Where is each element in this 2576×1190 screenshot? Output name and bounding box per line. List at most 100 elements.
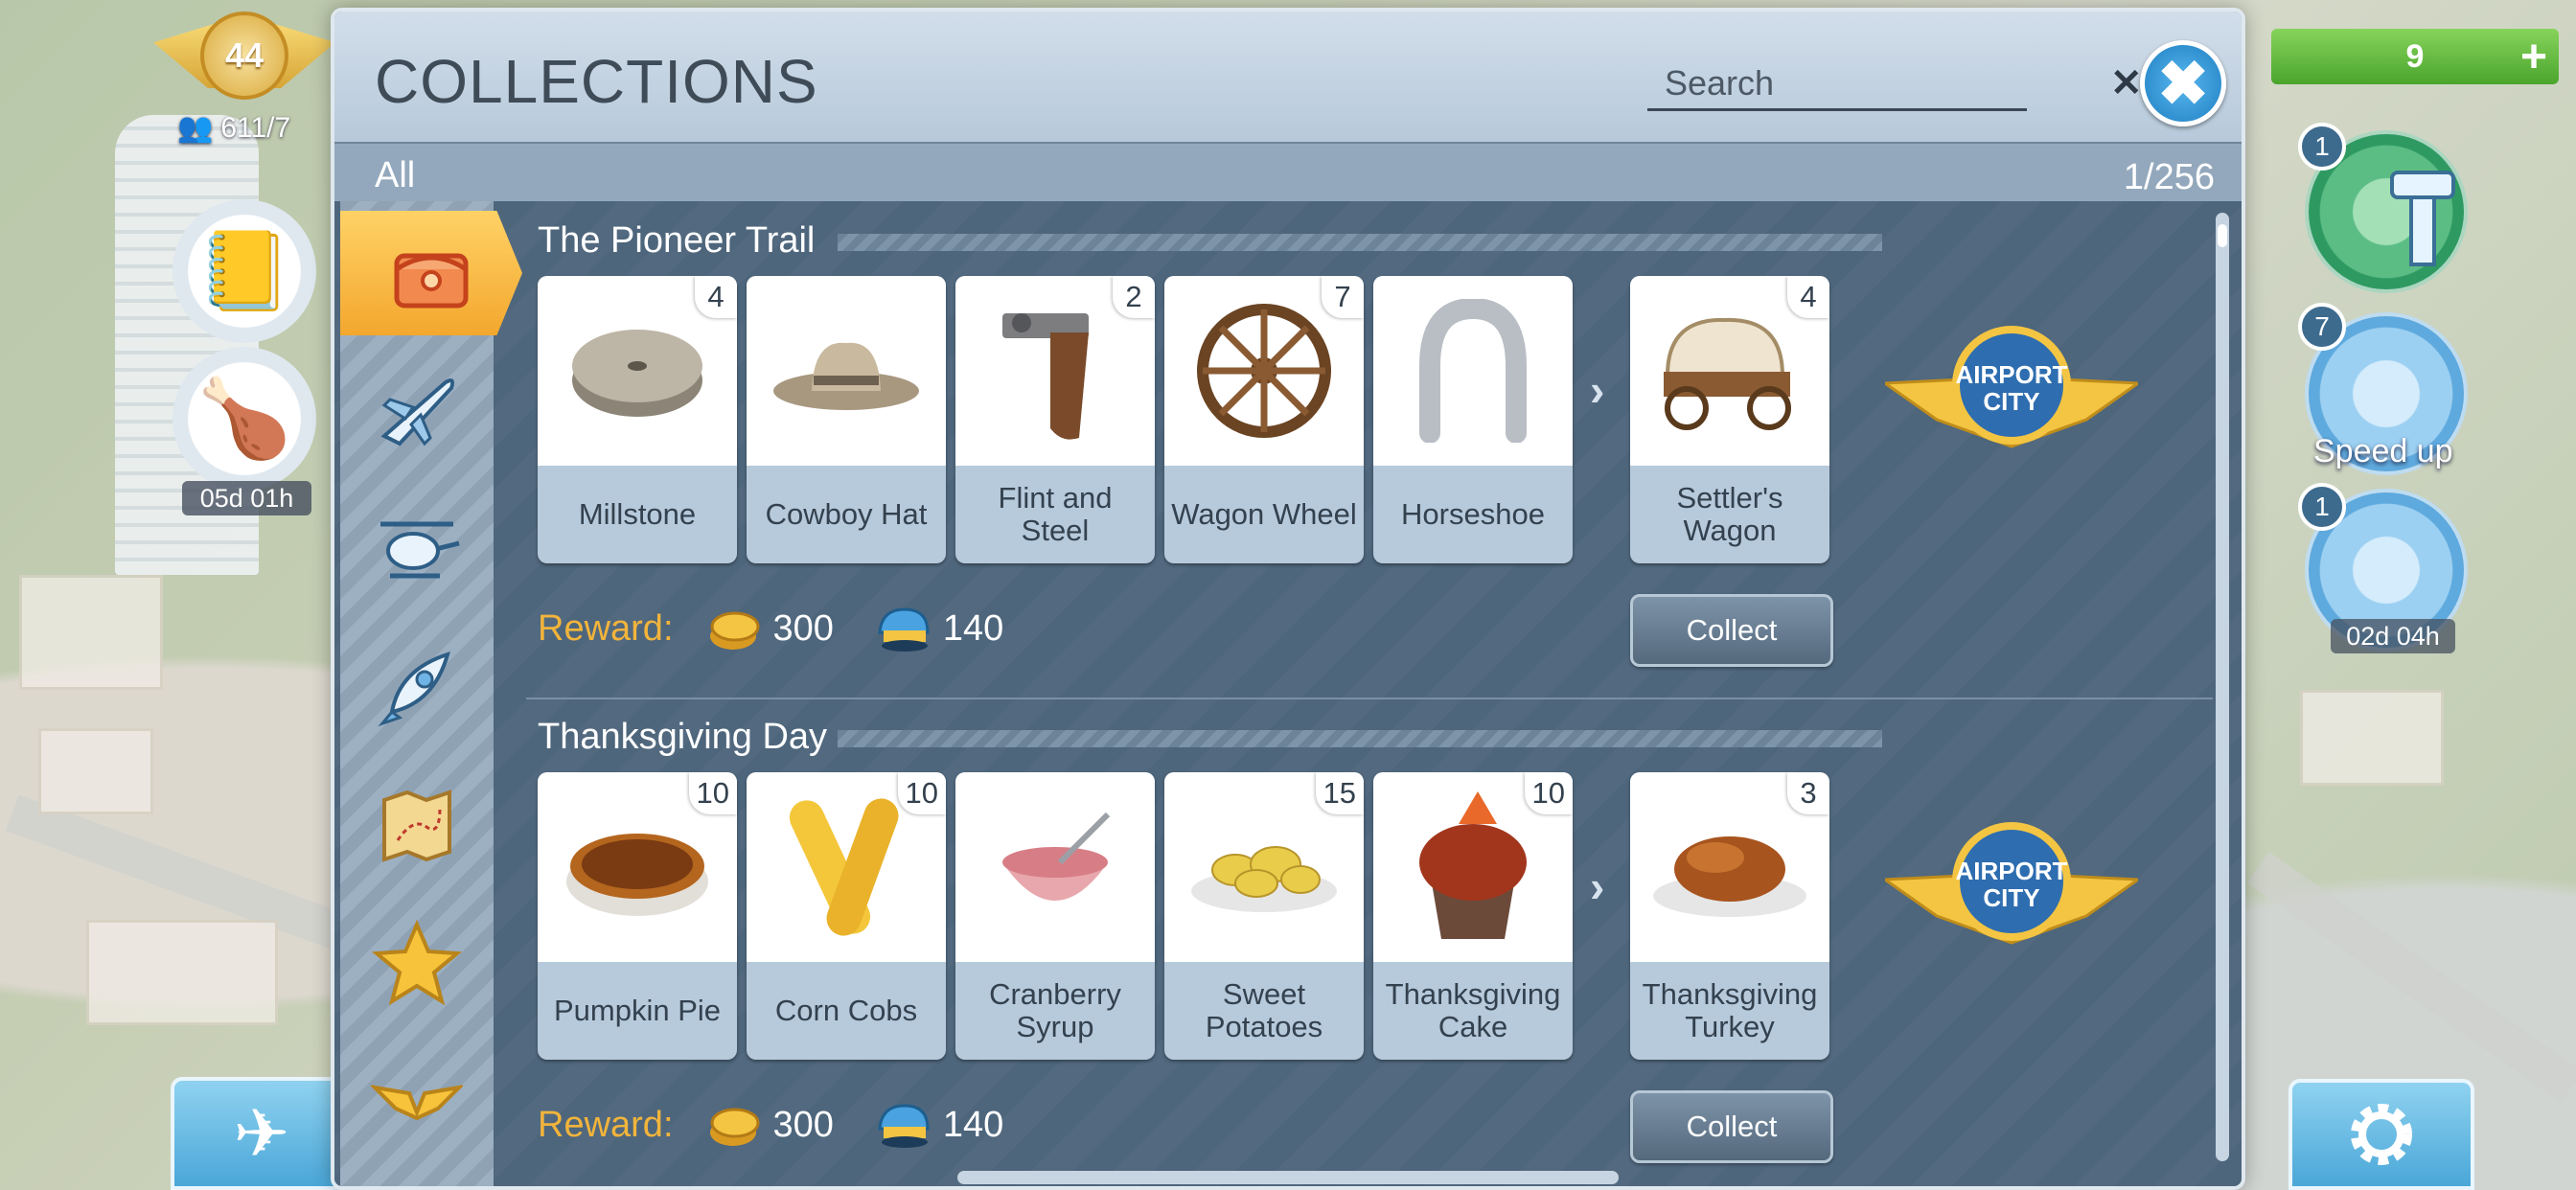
category-tab-wings[interactable] (340, 1039, 494, 1163)
reward-coins-value: 300 (772, 607, 834, 649)
player-level-value: 44 (200, 11, 288, 100)
rocket-icon (378, 651, 450, 727)
svg-text:CITY: CITY (1983, 387, 2039, 416)
airport-city-badge: AIRPORT CITY (1885, 326, 2138, 448)
flights-button[interactable]: ✈ (171, 1077, 353, 1190)
collection-title: Thanksgiving Day (538, 717, 828, 757)
category-tab-chest[interactable] (340, 211, 522, 335)
gauge-timer: 02d 04h (2331, 619, 2455, 653)
item-count: 10 (897, 772, 946, 814)
population-value: 611/7 (220, 111, 291, 144)
reward-label: Reward: (538, 607, 674, 649)
search-box[interactable]: ✕ (1647, 57, 2143, 111)
collection-item-card[interactable]: Sweet Potatoes 15 (1164, 772, 1364, 1060)
chevron-right-icon: › (1590, 861, 1605, 911)
category-tab-airplanes[interactable] (340, 349, 494, 473)
category-tab-rockets[interactable] (340, 625, 494, 749)
collection-result-card[interactable]: Settler's Wagon 4 (1630, 276, 1829, 563)
collection-title: The Pioneer Trail (538, 220, 816, 261)
currency-bar[interactable]: 9 + (2271, 29, 2559, 84)
category-tab-stars[interactable] (340, 901, 494, 1025)
collection-reward: Reward: 300 140 (538, 1100, 1003, 1150)
category-tab-helicopters[interactable] (340, 487, 494, 611)
item-name: Cranberry Syrup (989, 976, 1121, 1043)
pilot-cap-icon (878, 607, 930, 652)
gauge-badge: 1 (2298, 483, 2346, 531)
reward-caps-value: 140 (942, 1104, 1004, 1145)
item-name: Flint and Steel (998, 480, 1113, 547)
people-icon: 👥 (177, 112, 214, 144)
category-tab-maps[interactable] (340, 763, 494, 887)
syrup-bowl-icon (955, 772, 1155, 962)
dialog-title: COLLECTIONS (375, 47, 818, 116)
helicopter-icon (380, 521, 460, 579)
item-count: 3 (1787, 772, 1829, 814)
svg-text:AIRPORT: AIRPORT (1956, 857, 2068, 885)
collect-button[interactable]: Collect (1630, 1090, 1833, 1163)
item-count: 4 (695, 276, 737, 318)
collection-result-card[interactable]: Thanksgiving Turkey 3 (1630, 772, 1829, 1060)
reward-label: Reward: (538, 1104, 674, 1145)
airplane-icon (380, 378, 455, 446)
horizontal-scrollbar[interactable] (957, 1171, 1619, 1184)
vertical-scrollbar[interactable] (2216, 213, 2229, 1161)
collection-item-card[interactable]: Flint and Steel 2 (955, 276, 1155, 563)
turkey-event-button[interactable]: 🍗 (172, 347, 316, 491)
cowboy-hat-icon (747, 276, 946, 466)
control-tower-icon (2390, 171, 2455, 266)
currency-value: 9 (2405, 37, 2425, 75)
collection-item-card[interactable]: Pumpkin Pie 10 (538, 772, 737, 1060)
horseshoe-icon (1373, 276, 1573, 466)
filter-bar: All 1/256 (334, 142, 2242, 201)
clear-search-icon[interactable]: ✕ (2110, 61, 2143, 105)
reward-coins-value: 300 (772, 1104, 834, 1145)
svg-text:CITY: CITY (1983, 883, 2039, 912)
collection-item-card[interactable]: Millstone 4 (538, 276, 737, 563)
player-level-badge[interactable]: 44 (153, 11, 335, 100)
title-stripe (838, 234, 1882, 251)
search-input[interactable] (1665, 62, 2110, 103)
collections-dialog: COLLECTIONS ✕ ✖ All 1/256 (331, 8, 2245, 1190)
collection-item-card[interactable]: Corn Cobs 10 (747, 772, 946, 1060)
item-name: Corn Cobs (774, 993, 918, 1027)
close-button[interactable]: ✖ (2140, 40, 2226, 126)
collections-content: The Pioneer Trail Millstone 4 Cowboy Hat (334, 201, 2242, 1186)
pilot-cap-icon (878, 1104, 930, 1148)
item-name: Horseshoe (1401, 496, 1545, 531)
collect-button[interactable]: Collect (1630, 594, 1833, 667)
coins-icon (709, 611, 759, 650)
gear-icon (2351, 1104, 2412, 1165)
collection-reward: Reward: 300 140 (538, 604, 1003, 653)
collection-item-card[interactable]: Horseshoe (1373, 276, 1573, 563)
collection-item-card[interactable]: Wagon Wheel 7 (1164, 276, 1364, 563)
reward-caps-value: 140 (942, 607, 1004, 649)
collection-pioneer-trail: The Pioneer Trail Millstone 4 Cowboy Hat (526, 220, 2222, 680)
filter-label[interactable]: All (375, 155, 415, 196)
chest-icon (394, 253, 469, 309)
item-count: 10 (688, 772, 737, 814)
dialog-header: COLLECTIONS ✕ ✖ (334, 11, 2242, 142)
add-currency-icon[interactable]: + (2520, 31, 2547, 83)
collection-item-card[interactable]: Cowboy Hat (747, 276, 946, 563)
item-count: 10 (1524, 772, 1573, 814)
collection-divider (526, 698, 2213, 699)
item-name: Thanksgiving Cake (1385, 976, 1561, 1043)
speedup-badge: 7 (2298, 303, 2346, 351)
collection-count: 1/256 (2123, 157, 2215, 197)
item-name: Pumpkin Pie (553, 993, 722, 1027)
airport-city-badge: AIRPORT CITY (1885, 822, 2138, 945)
item-name: Sweet Potatoes (1205, 976, 1323, 1043)
event-timer: 05d 01h (182, 481, 311, 515)
item-count: 4 (1787, 276, 1829, 318)
notebook-button[interactable]: 📒 (172, 199, 316, 343)
settings-button[interactable] (2288, 1079, 2474, 1190)
category-sidebar (340, 201, 522, 1186)
speedup-label: Speed up (2313, 433, 2453, 469)
svg-text:AIRPORT: AIRPORT (1956, 360, 2068, 389)
item-count: 2 (1113, 276, 1155, 318)
item-name: Thanksgiving Turkey (1642, 976, 1818, 1043)
collection-item-card[interactable]: Thanksgiving Cake 10 (1373, 772, 1573, 1060)
close-icon: ✖ (2157, 48, 2209, 118)
collection-item-card[interactable]: Cranberry Syrup (955, 772, 1155, 1060)
star-icon (371, 919, 463, 1006)
